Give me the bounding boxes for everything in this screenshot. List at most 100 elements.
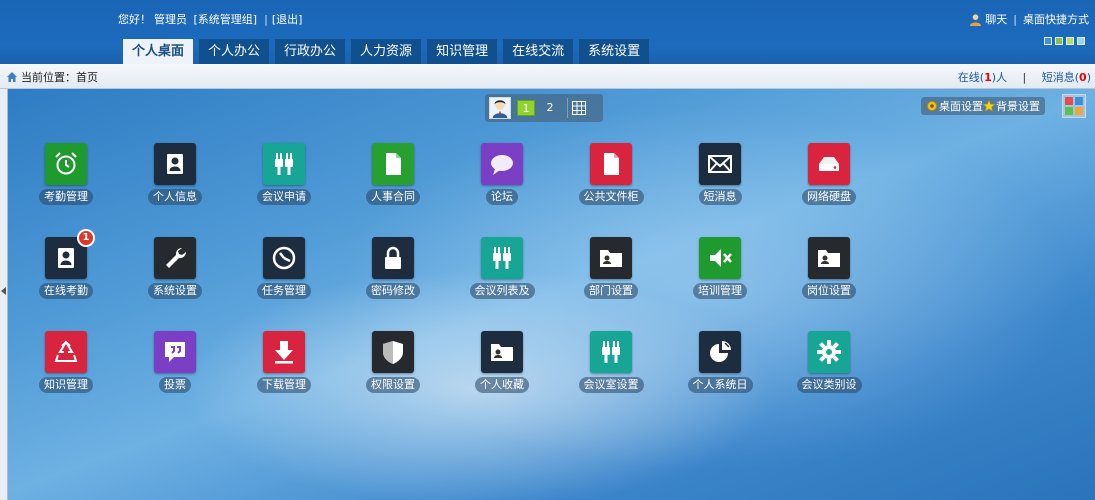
- app-tile[interactable]: [699, 143, 741, 185]
- app-tile[interactable]: [699, 237, 741, 279]
- chat-link[interactable]: 聊天: [985, 11, 1007, 27]
- divider: |: [264, 13, 268, 26]
- sidebar-toggle[interactable]: [0, 89, 8, 500]
- app-label: 个人收藏: [475, 377, 529, 393]
- desktop-app-shortcut[interactable]: 论坛: [452, 143, 552, 205]
- online-count: 1: [984, 71, 992, 84]
- desktop-app-shortcut[interactable]: 知识管理: [16, 331, 116, 393]
- app-tile[interactable]: [372, 237, 414, 279]
- app-tile[interactable]: [590, 331, 632, 373]
- messages-count: 0: [1079, 71, 1087, 84]
- speaker-mute-icon: [710, 249, 732, 267]
- app-tile[interactable]: [372, 331, 414, 373]
- desktop-app-shortcut[interactable]: 会议申请: [234, 143, 334, 205]
- breadcrumb-current[interactable]: 首页: [76, 69, 98, 85]
- desktop-app-shortcut[interactable]: 下载管理: [234, 331, 334, 393]
- nav-tab[interactable]: 在线交流: [503, 39, 574, 64]
- app-label: 会议类别设: [796, 377, 862, 393]
- desktop-app-shortcut[interactable]: 投票: [125, 331, 225, 393]
- quote-bubble-icon: [165, 342, 185, 362]
- top-right-links: 聊天 | 桌面快捷方式: [969, 11, 1089, 27]
- app-label: 任务管理: [257, 283, 311, 299]
- chat-user-icon: [970, 13, 982, 26]
- app-tile[interactable]: [590, 143, 632, 185]
- app-tile[interactable]: 1: [45, 229, 95, 279]
- app-label: 权限设置: [366, 377, 420, 393]
- app-tile[interactable]: [808, 331, 850, 373]
- theme-swatch[interactable]: [1066, 37, 1074, 45]
- app-tile[interactable]: [808, 237, 850, 279]
- desktop-app-shortcut[interactable]: 个人系统日: [670, 331, 770, 393]
- plug-icon: [275, 153, 293, 175]
- app-label: 培训管理: [693, 283, 747, 299]
- nav-tab[interactable]: 人力资源: [351, 39, 422, 64]
- app-tile[interactable]: [263, 331, 305, 373]
- desktop-app-shortcut[interactable]: 会议类别设: [779, 331, 879, 393]
- app-tile[interactable]: [481, 331, 523, 373]
- id-folder-icon: [491, 344, 513, 361]
- app-tile[interactable]: [154, 237, 196, 279]
- desktop-app-shortcut[interactable]: 个人收藏: [452, 331, 552, 393]
- app-label: 知识管理: [39, 377, 93, 393]
- app-label: 系统设置: [148, 283, 202, 299]
- desktop-app-shortcut[interactable]: 考勤管理: [16, 143, 116, 205]
- nav-tab[interactable]: 知识管理: [427, 39, 498, 64]
- desktop-app-shortcut[interactable]: 系统设置: [125, 237, 225, 299]
- desktop-app-shortcut[interactable]: 岗位设置: [779, 237, 879, 299]
- desktop-app-shortcut[interactable]: 短消息: [670, 143, 770, 205]
- logout-link[interactable]: [退出]: [272, 13, 303, 26]
- desktop-app-shortcut[interactable]: 任务管理: [234, 237, 334, 299]
- app-label: 公共文件柜: [578, 189, 644, 205]
- app-label: 岗位设置: [802, 283, 856, 299]
- messages-link[interactable]: 短消息(0): [1042, 71, 1091, 84]
- online-users-link[interactable]: 在线(1)人: [958, 71, 1007, 84]
- app-tile[interactable]: [263, 237, 305, 279]
- nav-tab[interactable]: 系统设置: [579, 39, 650, 64]
- theme-swatch[interactable]: [1055, 37, 1063, 45]
- app-label: 在线考勤: [39, 283, 93, 299]
- desktop-app-shortcut[interactable]: 权限设置: [343, 331, 443, 393]
- nav-tab[interactable]: 行政办公: [275, 39, 346, 64]
- app-tile[interactable]: [372, 143, 414, 185]
- theme-swatch[interactable]: [1077, 37, 1085, 45]
- desktop-app-shortcut[interactable]: 人事合同: [343, 143, 443, 205]
- theme-switcher: [1044, 37, 1085, 45]
- alarm-clock-icon: [55, 152, 77, 175]
- desktop-app-shortcut[interactable]: 网络硬盘: [779, 143, 879, 205]
- desktop-app-shortcut[interactable]: 密码修改: [343, 237, 443, 299]
- document-icon: [386, 153, 401, 175]
- gear-icon: [817, 340, 841, 364]
- nav-tab[interactable]: 个人桌面: [123, 39, 194, 64]
- app-tile[interactable]: [699, 331, 741, 373]
- breadcrumb: 当前位置： 首页: [6, 69, 98, 85]
- desktop-app-shortcut[interactable]: 部门设置: [561, 237, 661, 299]
- clock-icon: [272, 246, 296, 270]
- app-tile[interactable]: [45, 143, 87, 185]
- app-tile[interactable]: [45, 331, 87, 373]
- desktop-app-shortcut[interactable]: 培训管理: [670, 237, 770, 299]
- app-tile[interactable]: [263, 143, 305, 185]
- user-group: [系统管理组]: [193, 13, 258, 26]
- recycle-icon: [54, 340, 78, 362]
- desktop-shortcut-link[interactable]: 桌面快捷方式: [1023, 11, 1089, 27]
- desktop-app-shortcut[interactable]: 会议列表及: [452, 237, 552, 299]
- desktop-app-shortcut[interactable]: 公共文件柜: [561, 143, 661, 205]
- app-tile[interactable]: [154, 143, 196, 185]
- app-tile[interactable]: [590, 237, 632, 279]
- desktop-app-shortcut[interactable]: 个人信息: [125, 143, 225, 205]
- download-arrow-icon: [275, 341, 293, 364]
- app-tile[interactable]: [481, 143, 523, 185]
- nav-tab[interactable]: 个人办公: [199, 39, 270, 64]
- divider: |: [1022, 71, 1027, 84]
- messages-label: 短消息(: [1041, 71, 1080, 84]
- app-tile[interactable]: [808, 143, 850, 185]
- theme-swatch[interactable]: [1044, 37, 1052, 45]
- desktop-app-shortcut[interactable]: 会议室设置: [561, 331, 661, 393]
- app-label: 投票: [159, 377, 191, 393]
- plug-icon: [602, 341, 620, 363]
- desktop-app-shortcut[interactable]: 1 在线考勤: [16, 229, 116, 299]
- breadcrumb-bar: 当前位置： 首页 在线(1)人 | 短消息(0): [0, 64, 1095, 89]
- app-label: 人事合同: [366, 189, 420, 205]
- app-tile[interactable]: [481, 237, 523, 279]
- app-tile[interactable]: [154, 331, 196, 373]
